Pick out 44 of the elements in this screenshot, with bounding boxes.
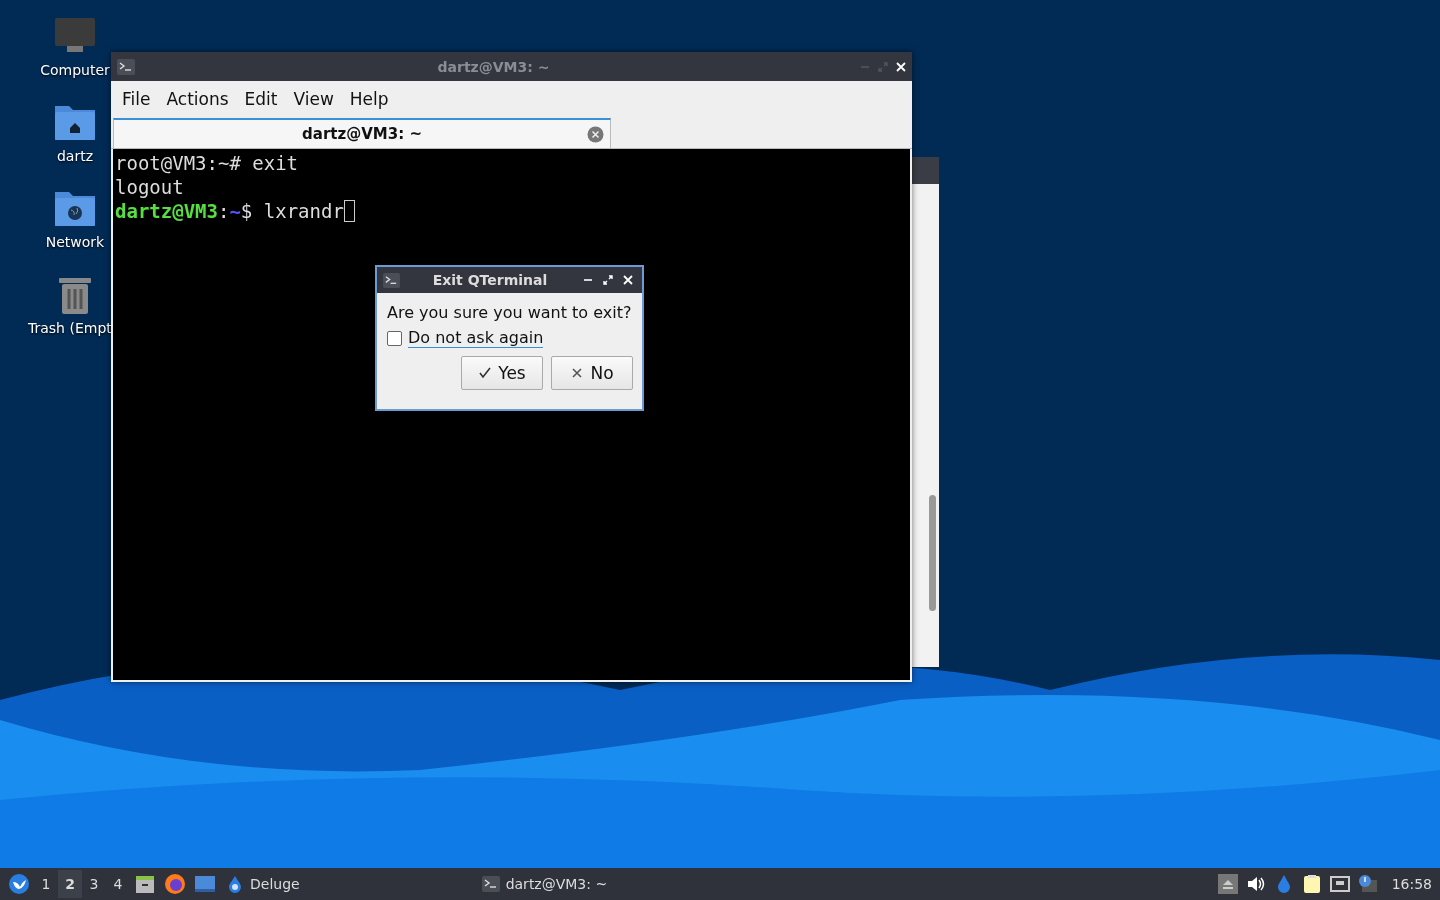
desktop-icon-label[interactable]: Computer (40, 62, 110, 78)
close-icon (570, 366, 585, 380)
workspace-button[interactable]: 2 (58, 870, 82, 898)
checkbox[interactable] (387, 330, 402, 346)
dialog-title: Exit QTerminal (431, 272, 549, 288)
clock[interactable]: 16:58 (1391, 876, 1432, 892)
menu-item[interactable]: Actions (159, 86, 236, 111)
desktop-icon-label[interactable]: Trash (Empt (28, 320, 112, 336)
terminal-prompt: dartz@VM3:~$ lxrandr (115, 199, 355, 223)
dialog-message: Are you sure you want to exit? (387, 303, 633, 322)
notification-icon[interactable] (1357, 874, 1378, 894)
menu-item[interactable]: View (286, 86, 341, 111)
no-button[interactable]: No (551, 356, 633, 390)
window-icon[interactable] (194, 873, 216, 895)
notes-icon[interactable] (1301, 874, 1322, 894)
workspace-button[interactable]: 1 (34, 870, 58, 898)
taskbar-task[interactable]: dartz@VM3: ~ (475, 873, 614, 895)
droplet-icon (226, 875, 244, 893)
yes-button[interactable]: Yes (461, 356, 543, 390)
workspace-button[interactable]: 3 (82, 870, 106, 898)
terminal-line: root@VM3:~# exit (115, 151, 299, 175)
browser-icon[interactable] (164, 873, 186, 895)
terminal-line: logout (115, 175, 184, 199)
checkbox-label[interactable]: Do not ask again (408, 328, 544, 348)
eject-icon[interactable] (1217, 874, 1238, 894)
ethernet-icon[interactable] (1329, 874, 1350, 894)
volume-icon[interactable] (1245, 874, 1266, 894)
terminal-icon (383, 272, 400, 288)
close-tab-icon[interactable] (587, 126, 604, 143)
menu-item[interactable]: Help (342, 86, 396, 111)
file-cabinet-icon[interactable] (134, 873, 156, 895)
terminal-icon (117, 58, 135, 75)
menu-item[interactable]: File (115, 86, 158, 111)
workspace-button[interactable]: 4 (106, 870, 130, 898)
close-icon[interactable] (896, 61, 906, 72)
taskbar-task[interactable]: Deluge (220, 873, 306, 895)
desktop-icon-label[interactable]: Network (45, 234, 105, 250)
menu-item[interactable]: Edit (237, 86, 285, 111)
tab[interactable]: dartz@VM3: ~ (113, 118, 611, 148)
desktop-icon-label[interactable]: dartz (56, 148, 94, 164)
checkmark-icon (478, 366, 493, 380)
window-title: dartz@VM3: ~ (436, 58, 551, 75)
close-icon[interactable] (623, 275, 633, 285)
terminal-icon (481, 875, 500, 893)
